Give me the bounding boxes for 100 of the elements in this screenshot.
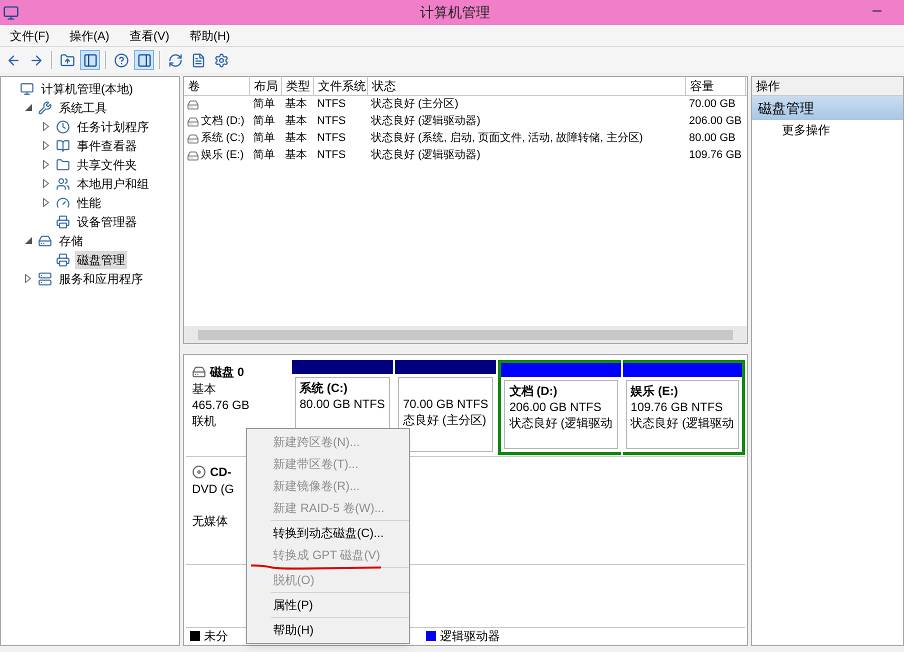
- table-cell-text: 简单: [253, 114, 275, 130]
- partition-detail: 态良好 (主分区): [402, 412, 486, 428]
- disc-icon: [192, 465, 206, 479]
- table-cell-text: 80.00 GB: [689, 131, 736, 146]
- context-menu-item[interactable]: 转换到动态磁盘(C)...: [247, 522, 409, 544]
- action-pane-icon[interactable]: [134, 50, 154, 70]
- disk-detail: DVD (G: [192, 481, 234, 497]
- partition-detail: 70.00 GB NTFS: [402, 396, 488, 412]
- tree-item[interactable]: 系统工具: [57, 98, 109, 116]
- wrench-icon: [38, 100, 52, 114]
- drive-icon: [187, 98, 199, 110]
- partition-block[interactable]: 文档 (D:) 206.00 GB NTFS 状态良好 (逻辑驱动: [498, 360, 621, 455]
- column-header[interactable]: 类型: [282, 77, 314, 95]
- tree-item[interactable]: 本地用户和组: [75, 174, 151, 192]
- printer-icon: [56, 214, 70, 228]
- table-cell-text: NTFS: [317, 97, 346, 112]
- partition-name: 文档 (D:): [509, 383, 558, 399]
- tree-item[interactable]: 事件查看器: [75, 136, 139, 154]
- table-cell-text: NTFS: [317, 148, 346, 164]
- table-cell-text: NTFS: [317, 131, 346, 146]
- context-menu-item[interactable]: 属性(P): [247, 594, 409, 616]
- table-cell-text: 基本: [285, 97, 307, 112]
- users-icon: [56, 176, 70, 190]
- table-cell-text: 状态良好 (逻辑驱动器): [371, 114, 480, 130]
- table-cell-text: 简单: [253, 97, 275, 112]
- context-menu-item[interactable]: 帮助(H): [247, 619, 409, 641]
- collapsed-arrow-icon[interactable]: [43, 141, 49, 150]
- partition-detail: 状态良好 (逻辑驱动: [630, 415, 734, 431]
- legend-label: 逻辑驱动器: [440, 628, 500, 644]
- tree-item[interactable]: 共享文件夹: [75, 156, 139, 174]
- table-cell-text: 文档 (D:): [201, 114, 244, 130]
- disk-detail: 基本: [192, 381, 216, 397]
- gauge-icon: [56, 196, 70, 210]
- table-cell-text: 基本: [285, 148, 307, 164]
- app-icon: [3, 4, 19, 20]
- folder-icon: [56, 158, 70, 172]
- tree-item[interactable]: 性能: [75, 194, 103, 212]
- expanded-arrow-icon[interactable]: [24, 237, 32, 244]
- collapsed-arrow-icon[interactable]: [43, 160, 49, 169]
- table-cell-text: 系统 (C:): [201, 130, 244, 146]
- disk-detail: 无媒体: [192, 513, 228, 529]
- drive-icon: [187, 150, 199, 162]
- table-cell-text: 状态良好 (系统, 启动, 页面文件, 活动, 故障转储, 主分区): [371, 130, 643, 146]
- horizontal-scrollbar[interactable]: [184, 326, 747, 343]
- tree-item[interactable]: 任务计划程序: [75, 118, 151, 136]
- disk-name: 磁盘 0: [210, 364, 244, 381]
- drive-icon: [187, 116, 199, 128]
- clock-icon: [56, 120, 70, 134]
- tree-item[interactable]: 磁盘管理: [75, 250, 127, 268]
- collapsed-arrow-icon[interactable]: [43, 198, 49, 207]
- disk-name: CD-: [210, 464, 232, 481]
- partition-name: 娱乐 (E:): [630, 383, 678, 399]
- partition-detail: 206.00 GB NTFS: [509, 399, 602, 415]
- drive-icon: [192, 365, 206, 379]
- disk-detail: 465.76 GB: [192, 397, 250, 413]
- table-cell-text: 70.00 GB: [689, 97, 736, 112]
- monitor-icon: [20, 82, 34, 96]
- partition-detail: 109.76 GB NTFS: [630, 399, 723, 415]
- tree-item[interactable]: 设备管理器: [75, 212, 139, 230]
- collapsed-arrow-icon[interactable]: [43, 179, 49, 188]
- tree-item[interactable]: 计算机管理(本地): [39, 80, 135, 98]
- table-cell-text: 简单: [253, 131, 275, 146]
- tree-item[interactable]: 服务和应用程序: [57, 270, 145, 288]
- table-cell-text: NTFS: [317, 114, 346, 130]
- menu-item[interactable]: 查看(V): [119, 26, 180, 44]
- table-cell-text: 状态良好 (主分区): [371, 96, 458, 112]
- collapsed-arrow-icon[interactable]: [43, 122, 49, 131]
- partition-name: 系统 (C:): [300, 380, 348, 396]
- tree-pane-icon[interactable]: [80, 50, 100, 70]
- partition-block[interactable]: 娱乐 (E:) 109.76 GB NTFS 状态良好 (逻辑驱动: [622, 360, 745, 455]
- table-cell-text: 基本: [285, 114, 307, 130]
- table-cell-text: 状态良好 (逻辑驱动器): [371, 148, 480, 164]
- expanded-arrow-icon[interactable]: [24, 104, 32, 111]
- disk-detail: 联机: [192, 413, 216, 429]
- tree-item[interactable]: 存储: [57, 232, 85, 250]
- partition-detail: 80.00 GB NTFS: [300, 396, 385, 412]
- drive-icon: [38, 234, 52, 248]
- column-header[interactable]: 文件系统: [314, 77, 368, 95]
- window-title: 计算机管理: [420, 3, 490, 22]
- table-cell-text: 简单: [253, 148, 275, 164]
- table-cell-text: 206.00 GB: [689, 114, 742, 130]
- column-header[interactable]: 状态: [368, 77, 686, 95]
- printer-icon: [56, 252, 70, 266]
- legend-label: 未分: [204, 628, 228, 644]
- book-icon: [56, 138, 70, 152]
- actions-header: 操作: [752, 77, 903, 96]
- column-header[interactable]: 布局: [250, 77, 282, 95]
- column-header[interactable]: 容量: [686, 77, 746, 95]
- column-header[interactable]: 卷: [184, 77, 250, 95]
- menu-item[interactable]: 文件(F): [0, 26, 60, 44]
- table-cell-text: 基本: [285, 131, 307, 146]
- collapsed-arrow-icon[interactable]: [25, 274, 31, 283]
- menu-item[interactable]: 操作(A): [59, 26, 120, 44]
- server-icon: [38, 272, 52, 286]
- menu-item[interactable]: 帮助(H): [179, 26, 240, 44]
- drive-icon: [187, 132, 199, 144]
- table-cell-text: 娱乐 (E:): [201, 148, 244, 164]
- actions-section[interactable]: 磁盘管理: [752, 96, 903, 120]
- partition-detail: 状态良好 (逻辑驱动: [509, 415, 613, 431]
- action-item[interactable]: 更多操作: [752, 120, 903, 140]
